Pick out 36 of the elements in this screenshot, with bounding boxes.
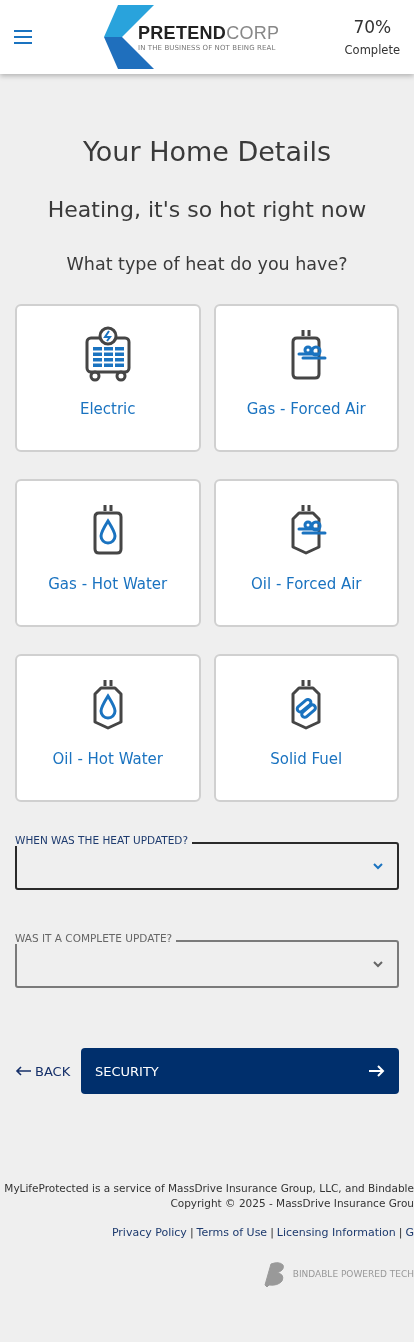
chevron-down-icon [373, 960, 383, 968]
link-separator: | [398, 1226, 403, 1239]
progress-label: Complete [344, 43, 400, 57]
heat-option-card[interactable]: Oil - Forced Air [213, 479, 399, 627]
menu-icon [14, 30, 32, 44]
question-text: What type of heat do you have? [66, 254, 348, 274]
page-title: Your Home Details [82, 136, 332, 167]
progress-percent: 70% [353, 17, 392, 37]
field-label: WHEN WAS THE HEAT UPDATED? [15, 834, 193, 846]
footer-link[interactable]: Privacy Policy [111, 1226, 187, 1239]
footer-link[interactable]: G [405, 1226, 414, 1239]
electric-heater-icon [83, 326, 132, 382]
footer-text: MyLifeProtected is a service of MassDrive Insurance Group, LLC, and Bindable [4, 1181, 414, 1196]
chevron-down-icon [373, 862, 383, 870]
heat-option-card[interactable]: Solid Fuel [213, 654, 399, 802]
next-button[interactable]: SECURITY [81, 1048, 399, 1094]
heat-option-card[interactable]: Electric [15, 304, 201, 452]
link-separator: | [189, 1226, 194, 1239]
footer-link[interactable]: Terms of Use [196, 1226, 268, 1239]
powered-by-text: BINDABLE POWERED TECH [292, 1269, 414, 1279]
heat-option-card[interactable]: Gas - Forced Air [213, 304, 399, 452]
arrow-right-icon [369, 1065, 385, 1077]
footer-text: Copyright © 2025 - MassDrive Insurance Grou [170, 1196, 414, 1211]
heat-option-card[interactable]: Gas - Hot Water [15, 479, 201, 627]
arrow-left-icon [15, 1066, 31, 1076]
heat-option-card[interactable]: Oil - Hot Water [15, 654, 201, 802]
section-subtitle: Heating, it's so hot right now [47, 197, 367, 222]
menu-button[interactable] [14, 29, 32, 45]
footer-link[interactable]: Licensing Information [276, 1226, 396, 1239]
back-link[interactable]: BACK [15, 1063, 81, 1079]
field-label: WAS IT A COMPLETE UPDATE? [15, 932, 177, 944]
script-b-logo-icon [262, 1261, 287, 1287]
dropdown-field[interactable] [15, 940, 399, 988]
dropdown-field[interactable] [15, 842, 399, 890]
link-separator: | [270, 1226, 274, 1239]
brand-name: PRETENDCORP [138, 22, 280, 44]
